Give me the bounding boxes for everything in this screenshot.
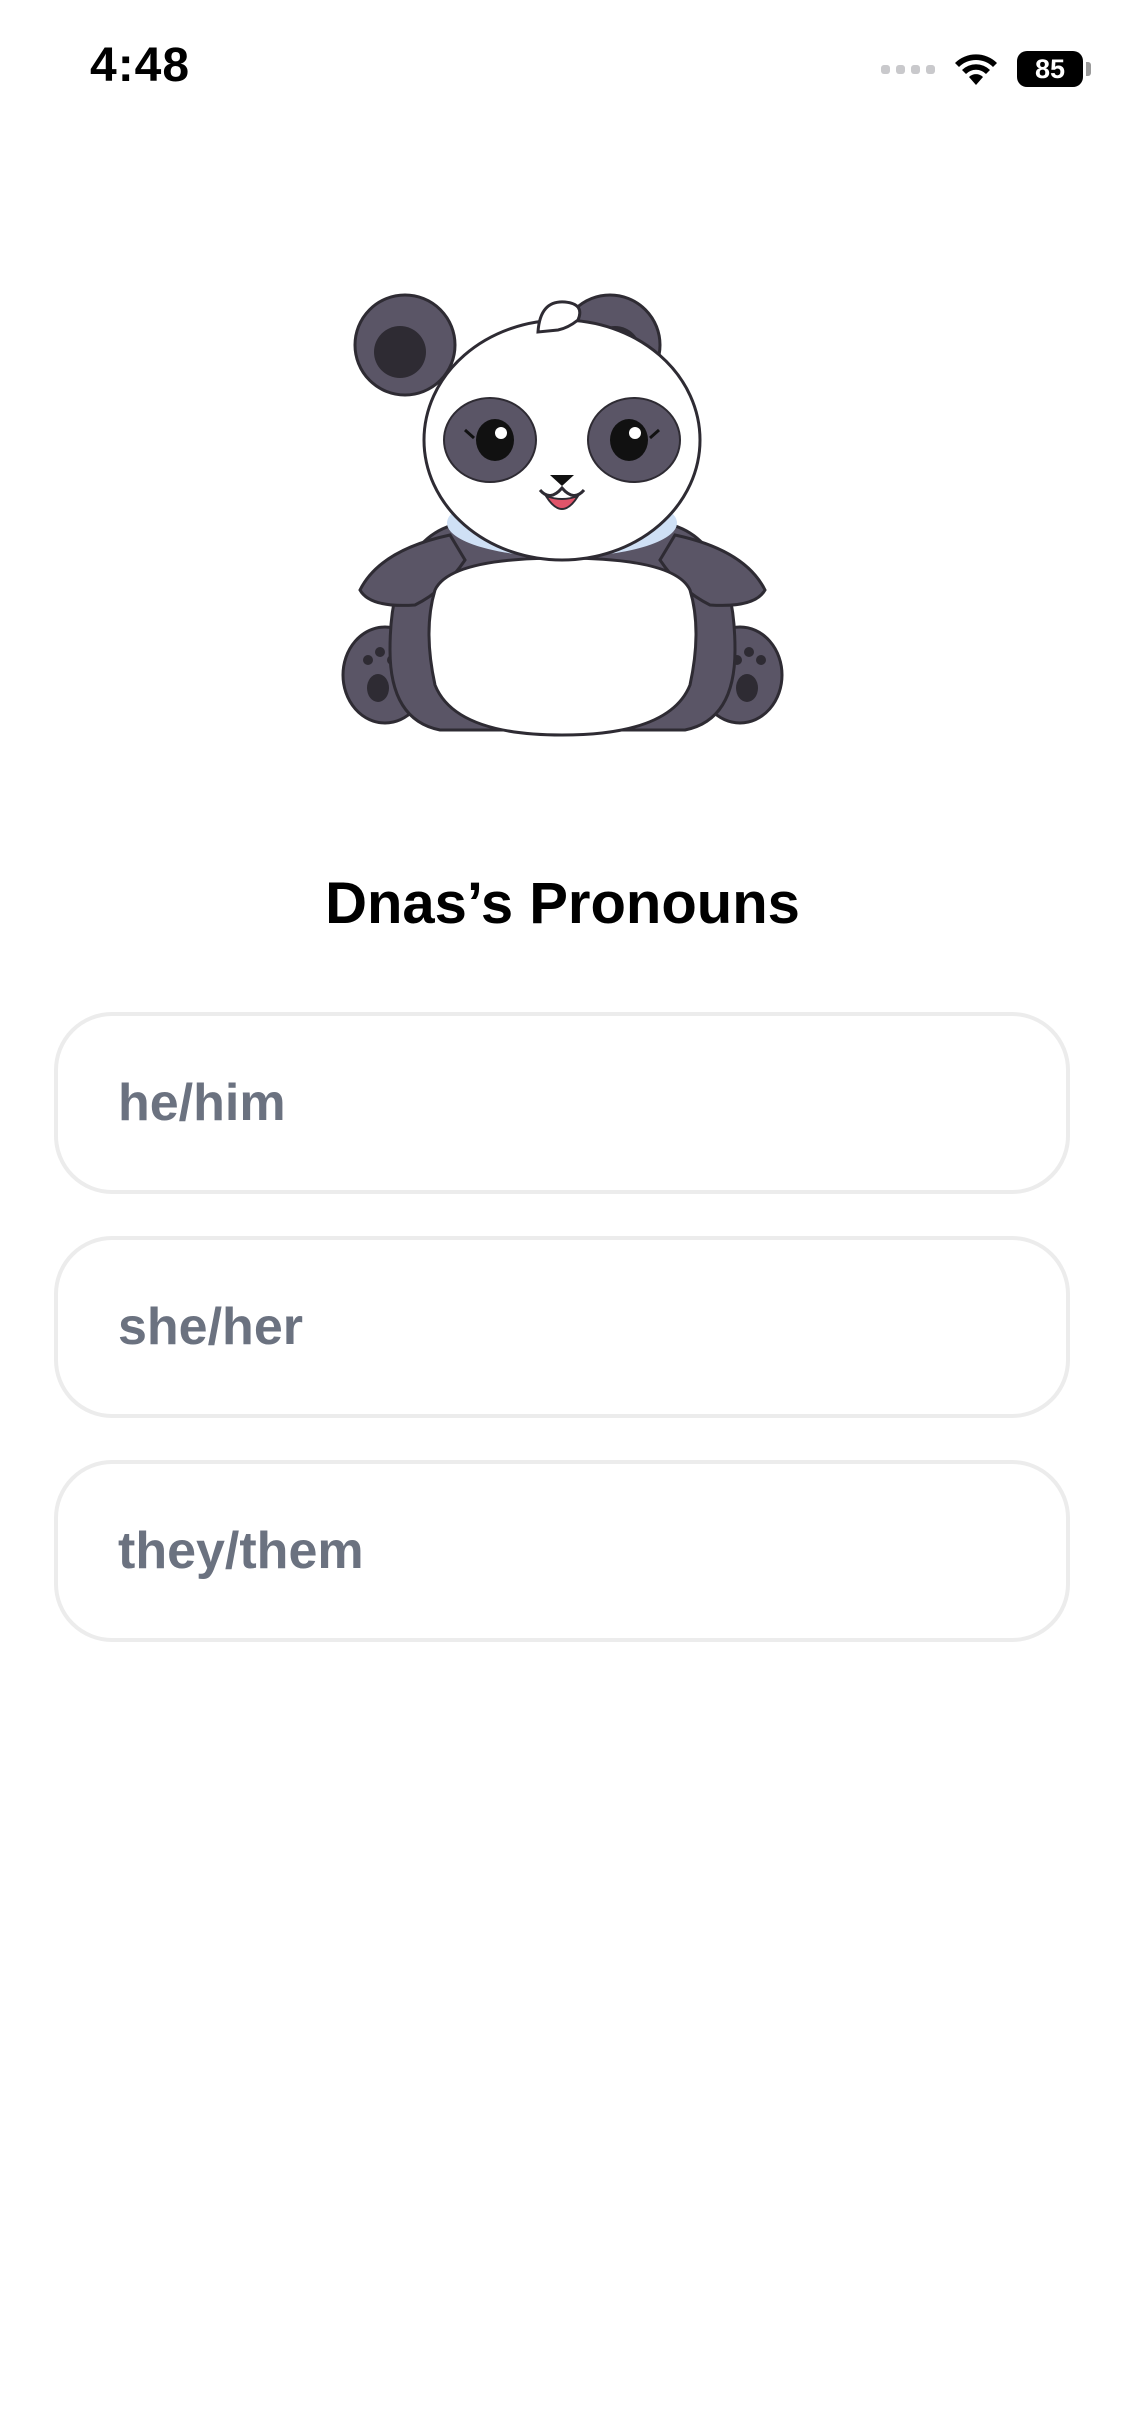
- pronoun-option-they-them[interactable]: they/them: [54, 1460, 1070, 1642]
- pronoun-option-he-him[interactable]: he/him: [54, 1012, 1070, 1194]
- pronoun-option-label: he/him: [118, 1074, 286, 1132]
- pronoun-option-label: she/her: [118, 1298, 303, 1356]
- pronoun-option-label: they/them: [118, 1522, 364, 1580]
- status-time: 4:48: [90, 39, 191, 92]
- status-bar: 4:48 85: [0, 0, 1125, 140]
- cellular-signal-icon: [881, 64, 935, 74]
- wifi-icon: [955, 54, 997, 85]
- battery-icon: 85: [1017, 51, 1091, 87]
- battery-level: 85: [1034, 53, 1066, 84]
- pronoun-options-list: he/him she/her they/them: [54, 1012, 1070, 1684]
- status-icons: 85: [881, 44, 1091, 94]
- panda-mascot-icon: [341, 293, 784, 737]
- pronoun-option-she-her[interactable]: she/her: [54, 1236, 1070, 1418]
- page-title: Dnas’s Pronouns: [325, 871, 800, 936]
